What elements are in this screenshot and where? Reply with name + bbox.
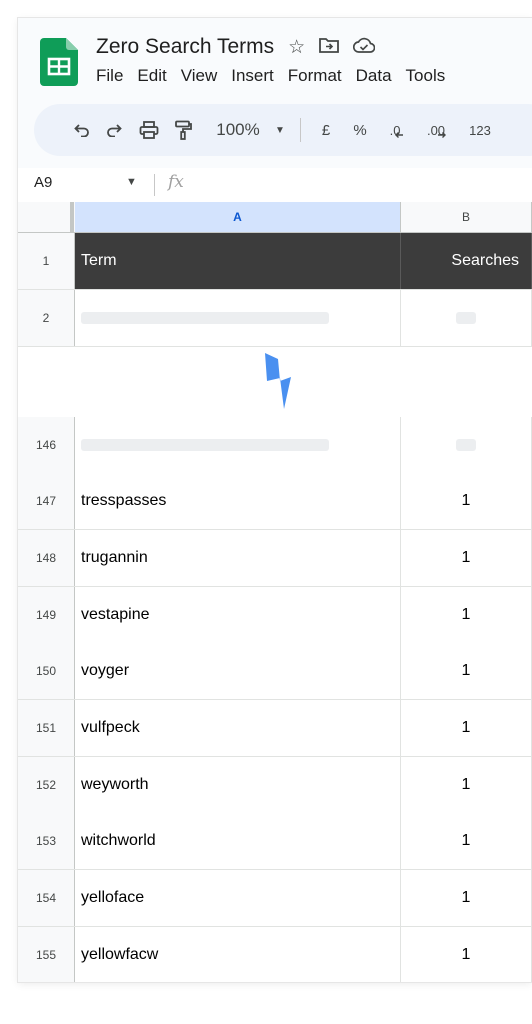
row-number[interactable]: 151 — [18, 700, 75, 756]
cell-placeholder[interactable] — [75, 290, 401, 346]
table-row-header: 1 Term Searches — [18, 233, 532, 290]
table-row: 155 yellowfacw 1 — [18, 927, 532, 982]
star-icon[interactable]: ☆ — [288, 38, 305, 57]
decrease-decimal-button[interactable]: .0 — [380, 104, 414, 156]
sheets-window: Zero Search Terms ☆ File Edit View Inser… — [18, 18, 532, 982]
cell-placeholder[interactable] — [401, 417, 532, 473]
lightning-bolt-icon — [265, 353, 291, 409]
name-box[interactable]: A9 — [34, 174, 52, 191]
cell-term[interactable]: voyger — [75, 643, 401, 699]
cell-term-header[interactable]: Term — [75, 233, 401, 289]
title-row: Zero Search Terms ☆ — [96, 32, 376, 62]
menu-file[interactable]: File — [96, 66, 123, 86]
placeholder-bar — [81, 312, 329, 324]
row-number[interactable]: 150 — [18, 643, 75, 699]
placeholder-bar — [81, 439, 329, 451]
cell-placeholder[interactable] — [401, 290, 532, 346]
table-row-skeleton: 2 — [18, 290, 532, 347]
cell-searches[interactable]: 1 — [401, 587, 532, 643]
column-headers: A B — [18, 202, 532, 233]
menu-bar: File Edit View Insert Format Data Tools — [96, 66, 445, 86]
cell-placeholder[interactable] — [75, 417, 401, 473]
placeholder-bar — [456, 312, 476, 324]
menu-tools[interactable]: Tools — [406, 66, 446, 86]
table-row: 150 voyger 1 — [18, 643, 532, 700]
table-row: 152 weyworth 1 — [18, 757, 532, 814]
cell-searches[interactable]: 1 — [401, 700, 532, 756]
rows-skipped-gap — [18, 347, 532, 417]
cell-searches[interactable]: 1 — [401, 530, 532, 586]
menu-format[interactable]: Format — [288, 66, 342, 86]
document-title[interactable]: Zero Search Terms — [96, 35, 274, 59]
cell-term[interactable]: vulfpeck — [75, 700, 401, 756]
row-number[interactable]: 155 — [18, 927, 75, 982]
cell-term[interactable]: tresspasses — [75, 473, 401, 529]
cell-searches[interactable]: 1 — [401, 473, 532, 529]
table-row: 153 witchworld 1 — [18, 813, 532, 870]
cell-searches-header[interactable]: Searches — [401, 233, 532, 289]
menu-edit[interactable]: Edit — [137, 66, 166, 86]
column-header-a[interactable]: A — [75, 202, 401, 232]
cell-searches[interactable]: 1 — [401, 870, 532, 926]
menu-data[interactable]: Data — [356, 66, 392, 86]
table-row: 148 trugannin 1 — [18, 530, 532, 587]
table-row: 151 vulfpeck 1 — [18, 700, 532, 757]
table-row: 147 tresspasses 1 — [18, 473, 532, 530]
row-number[interactable]: 152 — [18, 757, 75, 813]
zoom-select[interactable]: 100% — [210, 104, 266, 156]
menu-view[interactable]: View — [181, 66, 218, 86]
toolbar-divider — [300, 118, 301, 142]
row-number[interactable]: 2 — [18, 290, 75, 346]
column-header-b[interactable]: B — [401, 202, 532, 232]
cell-term[interactable]: vestapine — [75, 587, 401, 643]
table-row-skeleton: 146 — [18, 417, 532, 474]
table-row: 149 vestapine 1 — [18, 587, 532, 644]
formula-bar: A9 ▼ fx — [18, 168, 532, 203]
row-number[interactable]: 149 — [18, 587, 75, 643]
format-percent-button[interactable]: % — [348, 104, 372, 156]
fx-icon: fx — [168, 172, 184, 192]
print-icon[interactable] — [136, 104, 162, 156]
row-number[interactable]: 153 — [18, 813, 75, 869]
formula-divider — [154, 174, 155, 196]
select-all-corner[interactable] — [18, 202, 74, 232]
google-sheets-logo[interactable] — [40, 38, 78, 86]
placeholder-bar — [456, 439, 476, 451]
cloud-saved-icon[interactable] — [353, 37, 376, 57]
cell-searches[interactable]: 1 — [401, 813, 532, 869]
folder-move-icon[interactable] — [319, 37, 340, 57]
cell-searches[interactable]: 1 — [401, 927, 532, 982]
cell-term[interactable]: yelloface — [75, 870, 401, 926]
menu-insert[interactable]: Insert — [231, 66, 274, 86]
name-box-dropdown-icon[interactable]: ▼ — [126, 176, 137, 188]
row-number[interactable]: 147 — [18, 473, 75, 529]
row-number[interactable]: 1 — [18, 233, 75, 289]
redo-icon[interactable] — [102, 104, 126, 156]
row-number[interactable]: 146 — [18, 417, 75, 473]
cell-term[interactable]: witchworld — [75, 813, 401, 869]
format-currency-button[interactable]: £ — [314, 104, 338, 156]
table-row: 154 yelloface 1 — [18, 870, 532, 927]
paint-format-icon[interactable] — [170, 104, 196, 156]
toolbar: 100% ▼ £ % .0 .00 123 — [34, 104, 532, 156]
cell-term[interactable]: yellowfacw — [75, 927, 401, 982]
more-formats-button[interactable]: 123 — [462, 104, 498, 156]
increase-decimal-button[interactable]: .00 — [418, 104, 456, 156]
zoom-dropdown-icon[interactable]: ▼ — [272, 104, 288, 156]
cell-term[interactable]: weyworth — [75, 757, 401, 813]
row-number[interactable]: 148 — [18, 530, 75, 586]
row-number[interactable]: 154 — [18, 870, 75, 926]
cell-term[interactable]: trugannin — [75, 530, 401, 586]
cell-searches[interactable]: 1 — [401, 757, 532, 813]
cell-searches[interactable]: 1 — [401, 643, 532, 699]
undo-icon[interactable] — [70, 104, 94, 156]
arrow-left-icon — [395, 132, 404, 138]
arrow-right-icon — [438, 132, 447, 138]
